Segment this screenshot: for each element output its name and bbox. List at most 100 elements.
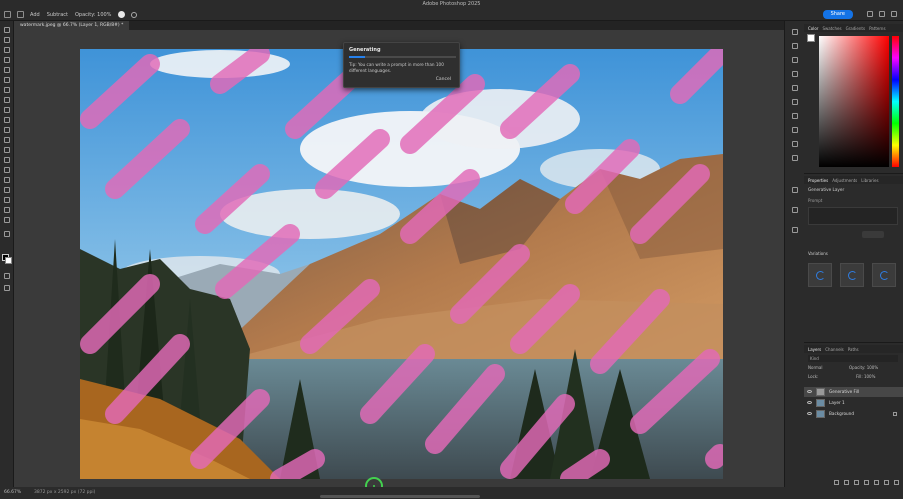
dialog-title: Generating xyxy=(349,47,381,53)
trash-icon[interactable] xyxy=(894,480,899,485)
brush-settings-icon[interactable] xyxy=(792,85,798,91)
more-tools-icon[interactable] xyxy=(4,231,10,237)
tab-color[interactable]: Color xyxy=(808,26,818,31)
blur-tool-icon[interactable] xyxy=(4,147,10,153)
layer-opacity[interactable]: Opacity: 100% xyxy=(849,365,878,370)
settings-gear-icon[interactable] xyxy=(131,11,138,18)
actions-icon[interactable] xyxy=(792,71,798,77)
group-icon[interactable] xyxy=(874,480,879,485)
styles-icon[interactable] xyxy=(792,227,798,233)
adjustments-icon[interactable] xyxy=(792,99,798,105)
fx-icon[interactable] xyxy=(844,480,849,485)
layer-row[interactable]: Layer 1 xyxy=(804,398,903,408)
blend-mode-select[interactable]: Normal xyxy=(808,365,822,370)
dodge-tool-icon[interactable] xyxy=(4,157,10,163)
share-button[interactable]: Share xyxy=(822,10,853,19)
frame-tool-icon[interactable] xyxy=(4,67,10,73)
generate-button[interactable] xyxy=(862,231,884,238)
home-icon[interactable] xyxy=(4,11,11,18)
variation-thumbnail[interactable] xyxy=(840,263,864,287)
history-brush-tool-icon[interactable] xyxy=(4,117,10,123)
workspace-icon[interactable] xyxy=(879,11,885,17)
layer-fill[interactable]: Fill: 100% xyxy=(856,374,875,379)
brush-size-icon[interactable] xyxy=(118,11,126,18)
visibility-eye-icon[interactable] xyxy=(807,401,812,404)
color-field[interactable] xyxy=(819,36,889,167)
prompt-input[interactable] xyxy=(808,207,898,225)
document-tab[interactable]: watermark.jpeg @ 66.7% (Layer 1, RGB/8#)… xyxy=(14,21,130,30)
variation-thumbnail[interactable] xyxy=(872,263,896,287)
tab-gradients[interactable]: Gradients xyxy=(846,26,866,31)
layer-filter-search[interactable]: Kind xyxy=(808,355,898,362)
layer-thumbnail xyxy=(816,388,825,396)
layers-panel-tabs: Layers Channels Paths xyxy=(804,345,903,353)
healing-tool-icon[interactable] xyxy=(4,87,10,93)
libraries-icon[interactable] xyxy=(792,155,798,161)
brush-tool-icon[interactable] xyxy=(4,97,10,103)
lock-icon xyxy=(893,412,897,416)
properties-icon[interactable] xyxy=(792,187,798,193)
info-icon[interactable] xyxy=(792,57,798,63)
tab-libraries[interactable]: Libraries xyxy=(861,178,878,183)
opacity-setting[interactable]: Opacity: 100% xyxy=(75,12,111,18)
pen-tool-icon[interactable] xyxy=(4,167,10,173)
eraser-tool-icon[interactable] xyxy=(4,127,10,133)
hue-slider[interactable] xyxy=(892,36,899,167)
mask-icon[interactable] xyxy=(854,480,859,485)
variation-thumbnail[interactable] xyxy=(808,263,832,287)
eyedropper-tool-icon[interactable] xyxy=(4,77,10,83)
new-layer-icon[interactable] xyxy=(884,480,889,485)
brush-tool-icon[interactable] xyxy=(17,11,24,18)
color-panel-tabs: Color Swatches Gradients Patterns xyxy=(804,24,903,32)
app-title: Adobe Photoshop 2025 xyxy=(422,1,481,7)
close-icon[interactable] xyxy=(891,11,897,17)
dialog-tip: Tip: You can write a prompt in more than… xyxy=(349,62,444,73)
tab-layers[interactable]: Layers xyxy=(808,347,821,352)
visibility-eye-icon[interactable] xyxy=(807,412,812,415)
tab-properties[interactable]: Properties xyxy=(808,178,828,183)
foreground-swatch[interactable] xyxy=(807,34,815,42)
adjustment-layer-icon[interactable] xyxy=(864,480,869,485)
rectangle-tool-icon[interactable] xyxy=(4,197,10,203)
comment-icon[interactable] xyxy=(792,43,798,49)
tab-channels[interactable]: Channels xyxy=(825,347,844,352)
generating-dialog: Generating Tip: You can write a prompt i… xyxy=(343,42,460,88)
hand-tool-icon[interactable] xyxy=(4,207,10,213)
history-icon[interactable] xyxy=(792,29,798,35)
gradient-tool-icon[interactable] xyxy=(4,137,10,143)
crop-tool-icon[interactable] xyxy=(4,57,10,63)
swatches-icon[interactable] xyxy=(792,207,798,213)
move-tool-icon[interactable] xyxy=(4,27,10,33)
character-icon[interactable] xyxy=(792,113,798,119)
tab-swatches[interactable]: Swatches xyxy=(822,26,841,31)
canvas-area[interactable] xyxy=(14,30,784,487)
screen-mode-icon[interactable] xyxy=(4,285,10,291)
tab-adjustments[interactable]: Adjustments xyxy=(832,178,857,183)
lasso-tool-icon[interactable] xyxy=(4,47,10,53)
layer-thumbnail xyxy=(816,399,825,407)
quick-mask-icon[interactable] xyxy=(4,273,10,279)
tab-paths[interactable]: Paths xyxy=(848,347,859,352)
glyphs-icon[interactable] xyxy=(792,141,798,147)
background-color-swatch[interactable] xyxy=(5,257,12,264)
paragraph-icon[interactable] xyxy=(792,127,798,133)
horizontal-scrollbar[interactable] xyxy=(320,495,480,498)
link-icon[interactable] xyxy=(834,480,839,485)
document-canvas[interactable] xyxy=(80,49,723,479)
options-bar: Add Subtract Opacity: 100% Share xyxy=(0,9,903,21)
zoom-tool-icon[interactable] xyxy=(4,217,10,223)
layer-row[interactable]: Generative Fill xyxy=(804,387,903,397)
tab-patterns[interactable]: Patterns xyxy=(869,26,885,31)
subtract-mode-button[interactable]: Subtract xyxy=(47,12,68,18)
visibility-eye-icon[interactable] xyxy=(807,390,812,393)
path-selection-tool-icon[interactable] xyxy=(4,187,10,193)
cancel-button[interactable]: Cancel xyxy=(436,77,451,82)
zoom-level[interactable]: 66.67% xyxy=(4,490,21,495)
loading-spinner-icon xyxy=(816,271,825,280)
stamp-tool-icon[interactable] xyxy=(4,107,10,113)
add-mode-button[interactable]: Add xyxy=(30,12,40,18)
search-icon[interactable] xyxy=(867,11,873,17)
type-tool-icon[interactable] xyxy=(4,177,10,183)
marquee-tool-icon[interactable] xyxy=(4,37,10,43)
layer-row[interactable]: Background xyxy=(804,409,903,419)
